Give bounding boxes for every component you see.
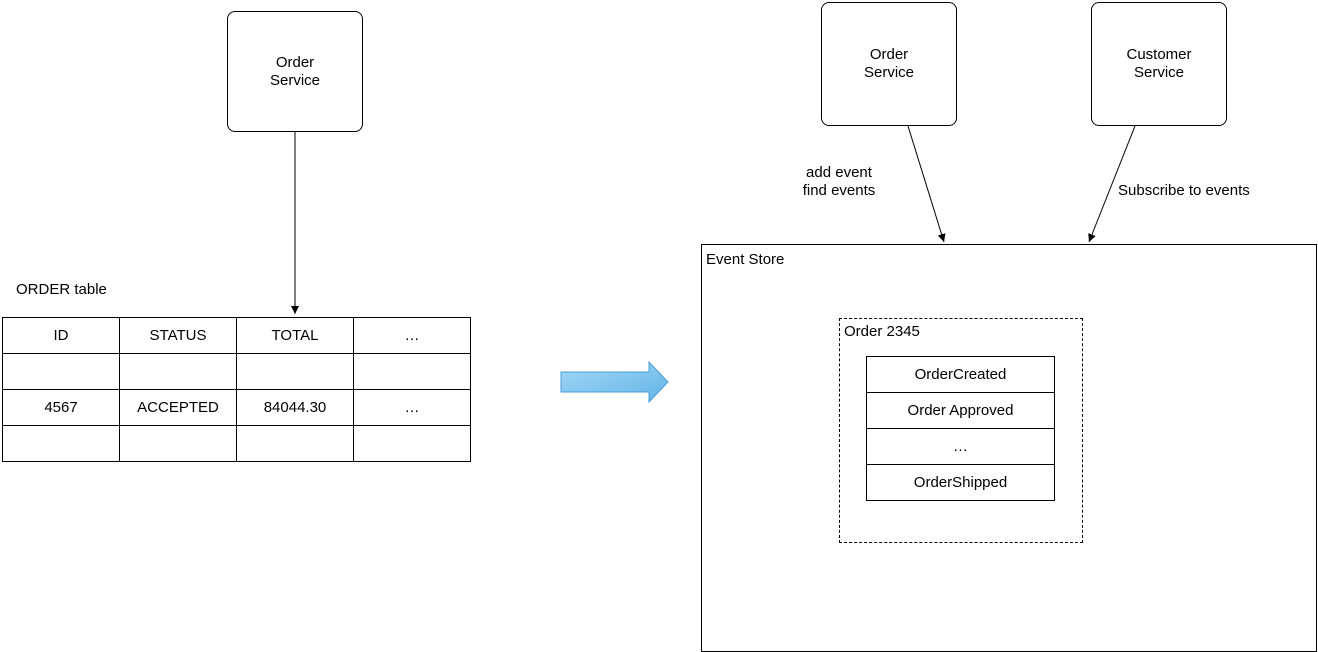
table-header-cell: STATUS <box>119 317 237 354</box>
event-label: OrderShipped <box>913 474 1008 491</box>
table-cell <box>2 353 120 390</box>
event-list: OrderCreated Order Approved … OrderShipp… <box>866 356 1055 501</box>
event-item: … <box>866 429 1055 465</box>
event-label: OrderCreated <box>914 366 1007 383</box>
table-header-row: ID STATUS TOTAL … <box>2 317 471 354</box>
table-row: 4567 ACCEPTED 84044.30 … <box>2 389 471 426</box>
table-cell: 84044.30 <box>236 389 354 426</box>
table-cell: ACCEPTED <box>119 389 237 426</box>
table-row <box>2 425 471 462</box>
table-cell <box>119 353 237 390</box>
event-label: Order Approved <box>907 402 1014 419</box>
event-item: OrderCreated <box>866 356 1055 393</box>
edge-order-service-to-event-store <box>907 125 946 243</box>
event-store-title: Event Store <box>706 251 785 268</box>
table-cell: … <box>353 389 471 426</box>
event-item: Order Approved <box>866 393 1055 429</box>
event-label: … <box>953 438 968 455</box>
order-service-label: Order Service <box>269 53 321 89</box>
customer-service-label: Customer Service <box>1126 46 1192 81</box>
customer-service-box[interactable]: Customer Service <box>1091 2 1227 126</box>
order-service-label-right: Order Service <box>863 46 915 81</box>
table-cell <box>353 353 471 390</box>
order-table: ID STATUS TOTAL … 4567 ACCEPTED 84044.30… <box>2 317 471 462</box>
edge-order-label: add event find events <box>802 164 876 199</box>
table-header-cell: ID <box>2 317 120 354</box>
edge-customer-label: Subscribe to events <box>1118 182 1250 199</box>
table-cell <box>119 425 237 462</box>
transition-arrow <box>560 360 669 404</box>
order-aggregate-title: Order 2345 <box>844 323 920 340</box>
table-cell: 4567 <box>2 389 120 426</box>
order-service-box-right[interactable]: Order Service <box>821 2 957 126</box>
table-cell <box>353 425 471 462</box>
order-table-caption: ORDER table <box>16 281 107 298</box>
table-header-cell: … <box>353 317 471 354</box>
table-cell <box>236 425 354 462</box>
table-cell <box>2 425 120 462</box>
table-cell <box>236 353 354 390</box>
order-service-box[interactable]: Order Service <box>227 11 363 132</box>
event-item: OrderShipped <box>866 465 1055 501</box>
table-row <box>2 353 471 390</box>
table-header-cell: TOTAL <box>236 317 354 354</box>
